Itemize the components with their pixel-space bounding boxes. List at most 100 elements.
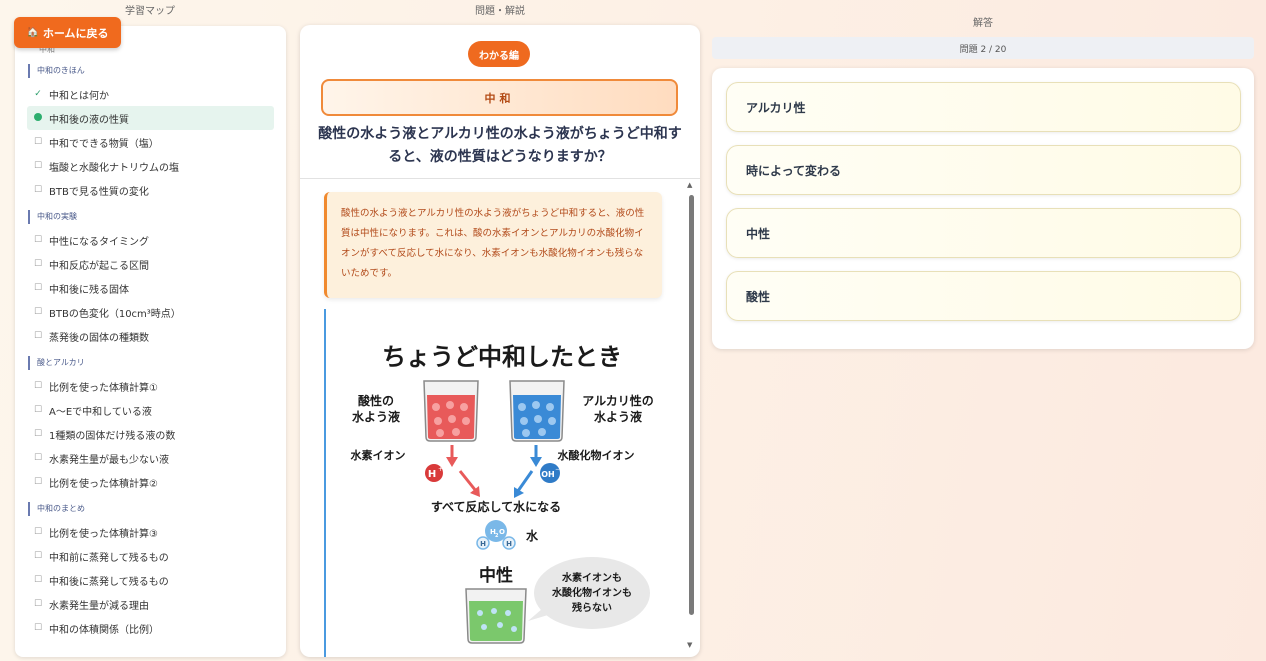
home-button[interactable]: 🏠 ホームに戻る (14, 17, 121, 48)
sidebar-item[interactable]: ☐ 比例を使った体積計算② (27, 470, 274, 494)
sidebar-section-title: 中和のきほん (28, 64, 274, 78)
sidebar-item[interactable]: 中和後の液の性質 (27, 106, 274, 130)
reaction-label: すべて反応して水になる (431, 499, 561, 514)
neutral-liquid (469, 601, 523, 641)
answer-header: 解答 (973, 18, 993, 29)
sidebar-item[interactable]: ☐ 1種類の固体だけ残る液の数 (27, 422, 274, 446)
acid-beaker (423, 380, 479, 442)
checkbox-icon: ☐ (33, 453, 43, 463)
answer-panel: アルカリ性 時によって変わる 中性 酸性 (712, 68, 1254, 349)
sidebar-item-label: 蒸発後の固体の種類数 (49, 332, 149, 344)
question-panel: わかる編 中和 酸性の水よう液とアルカリ性の水よう液がちょうど中和すると、液の性… (300, 25, 700, 657)
sidebar-item[interactable]: ☐ 比例を使った体積計算① (27, 374, 274, 398)
sidebar-item-label: BTBで見る性質の変化 (49, 186, 149, 198)
sidebar-section-title: 中和のまとめ (28, 502, 274, 516)
sidebar-item[interactable]: ☐ 中和前に蒸発して残るもの (27, 544, 274, 568)
explanation-box: 酸性の水よう液とアルカリ性の水よう液がちょうど中和すると、液の性質は中性になりま… (324, 192, 662, 298)
h-ion-symbol: H (428, 469, 436, 480)
choice-button[interactable]: アルカリ性 (726, 82, 1241, 132)
sidebar-item-label: 中和後に残る固体 (49, 284, 129, 296)
checkbox-icon: ☐ (33, 477, 43, 487)
explanation-scroll-area[interactable]: 酸性の水よう液とアルカリ性の水よう液がちょうど中和すると、液の性質は中性になりま… (300, 179, 700, 657)
sidebar-section-title: 中和の実験 (28, 210, 274, 224)
sidebar-item[interactable]: ☐ 中和反応が起こる区間 (27, 252, 274, 276)
sidebar-item-label: 中和反応が起こる区間 (49, 260, 149, 272)
sidebar-item-label: 中和の体積関係（比例） (49, 624, 159, 636)
checkbox-icon: ☐ (33, 185, 43, 195)
sidebar-item-label: 比例を使った体積計算② (49, 478, 158, 490)
neutralization-figure: ちょうど中和したとき 酸性の 水よう液 アルカリ性の 水よう液 水素イオン H … (324, 309, 674, 657)
sidebar-item[interactable]: ☐ 水素発生量が最も少ない液 (27, 446, 274, 470)
sidebar-item[interactable]: ☐ 蒸発後の固体の種類数 (27, 324, 274, 348)
sidebar-item-label: A〜Eで中和している液 (49, 406, 152, 418)
sidebar-item[interactable]: ☐ 水素発生量が減る理由 (27, 592, 274, 616)
progress-indicator: 問題 2 / 20 (712, 37, 1254, 59)
alkali-label-line2: 水よう液 (594, 409, 642, 424)
study-map-sidebar: 中和 中和のきほん ✓ 中和とは何か 中和後の液の性質 ☐ 中和でできる物質（塩） ☐ 塩酸と… (15, 26, 286, 657)
scroll-up-icon[interactable]: ▲ (687, 181, 692, 189)
alkali-label-line1: アルカリ性の (582, 393, 654, 408)
choice-button[interactable]: 中性 (726, 208, 1241, 258)
sidebar-item[interactable]: ☐ 中和でできる物質（塩） (27, 130, 274, 154)
sidebar-item-label: 比例を使った体積計算③ (49, 528, 158, 540)
current-dot-icon (30, 112, 46, 124)
checkbox-icon: ☐ (33, 381, 43, 391)
sidebar-item-label: 比例を使った体積計算① (49, 382, 158, 394)
sidebar-item[interactable]: ☐ 比例を使った体積計算③ (27, 520, 274, 544)
scrollbar-thumb[interactable] (689, 195, 694, 615)
sidebar-item[interactable]: ☐ 中性になるタイミング (27, 228, 274, 252)
checkbox-icon: ☐ (33, 575, 43, 585)
sidebar-item-label: 中和後に蒸発して残るもの (49, 576, 169, 588)
choice-button[interactable]: 時によって変わる (726, 145, 1241, 195)
sidebar-item[interactable]: ☐ 塩酸と水酸化ナトリウムの塩 (27, 154, 274, 178)
alkali-beaker (509, 380, 565, 442)
level-badge: わかる編 (468, 41, 530, 67)
bubble-line1: 水素イオンも (561, 571, 622, 584)
sidebar-item-label: 中性になるタイミング (49, 236, 149, 248)
study-map-header: 学習マップ (125, 6, 175, 17)
figure-title: ちょうど中和したとき (382, 343, 622, 371)
h-ion-charge: + (438, 466, 443, 473)
sidebar-item[interactable]: ✓ 中和とは何か (27, 82, 274, 106)
hydroxide-ion-label: 水酸化物イオン (558, 448, 635, 462)
sidebar-section-title: 酸とアルカリ (28, 356, 274, 370)
choice-button[interactable]: 酸性 (726, 271, 1241, 321)
sidebar-item[interactable]: ☐ 中和後に残る固体 (27, 276, 274, 300)
home-button-label: ホームに戻る (42, 26, 109, 40)
checkbox-icon: ☐ (33, 429, 43, 439)
scroll-down-icon[interactable]: ▼ (687, 641, 692, 649)
sidebar-item[interactable]: ☐ 中和後に蒸発して残るもの (27, 568, 274, 592)
checkbox-icon: ☐ (33, 307, 43, 317)
checkbox-icon: ☐ (33, 161, 43, 171)
hydrogen-ion-label: 水素イオン (351, 448, 406, 462)
bubble-line2: 水酸化物イオンも (551, 586, 632, 599)
speech-bubble: 水素イオンも 水酸化物イオンも 残らない (528, 557, 650, 629)
neutral-label: 中性 (479, 565, 513, 586)
checkbox-icon: ☐ (33, 599, 43, 609)
checkbox-icon: ☐ (33, 331, 43, 341)
sidebar-item[interactable]: ☐ BTBで見る性質の変化 (27, 178, 274, 202)
checkbox-icon: ☐ (33, 527, 43, 537)
sidebar-item[interactable]: ☐ 中和の体積関係（比例） (27, 616, 274, 640)
oh-ion-symbol: OH (541, 470, 555, 479)
checkbox-icon: ☐ (33, 623, 43, 633)
sidebar-item[interactable]: ☐ A〜Eで中和している液 (27, 398, 274, 422)
bubble-line3: 残らない (572, 601, 612, 614)
sidebar-item-label: 中和とは何か (49, 90, 109, 102)
acid-label-line2: 水よう液 (352, 409, 400, 424)
checkbox-icon: ☐ (33, 259, 43, 269)
sidebar-item-label: 中和後の液の性質 (49, 114, 129, 126)
sidebar-list: 中和のきほん ✓ 中和とは何か中和後の液の性質 ☐ 中和でできる物質（塩） ☐ 塩酸と水酸化… (27, 64, 274, 640)
checkbox-icon: ☐ (33, 137, 43, 147)
oh-ion-charge: − (555, 466, 560, 473)
sidebar-item-label: 水素発生量が減る理由 (49, 600, 149, 612)
sidebar-item-label: 水素発生量が最も少ない液 (49, 454, 169, 466)
water-label: 水 (526, 528, 539, 543)
question-text: 酸性の水よう液とアルカリ性の水よう液がちょうど中和すると、液の性質はどうなります… (318, 126, 682, 165)
sidebar-item[interactable]: ☐ BTBの色変化（10cm³時点） (27, 300, 274, 324)
svg-text:H: H (480, 540, 486, 548)
neutral-beaker (465, 588, 527, 644)
topic-banner: 中和 (321, 79, 678, 116)
svg-text:H: H (506, 540, 512, 548)
checkbox-icon: ☐ (33, 405, 43, 415)
